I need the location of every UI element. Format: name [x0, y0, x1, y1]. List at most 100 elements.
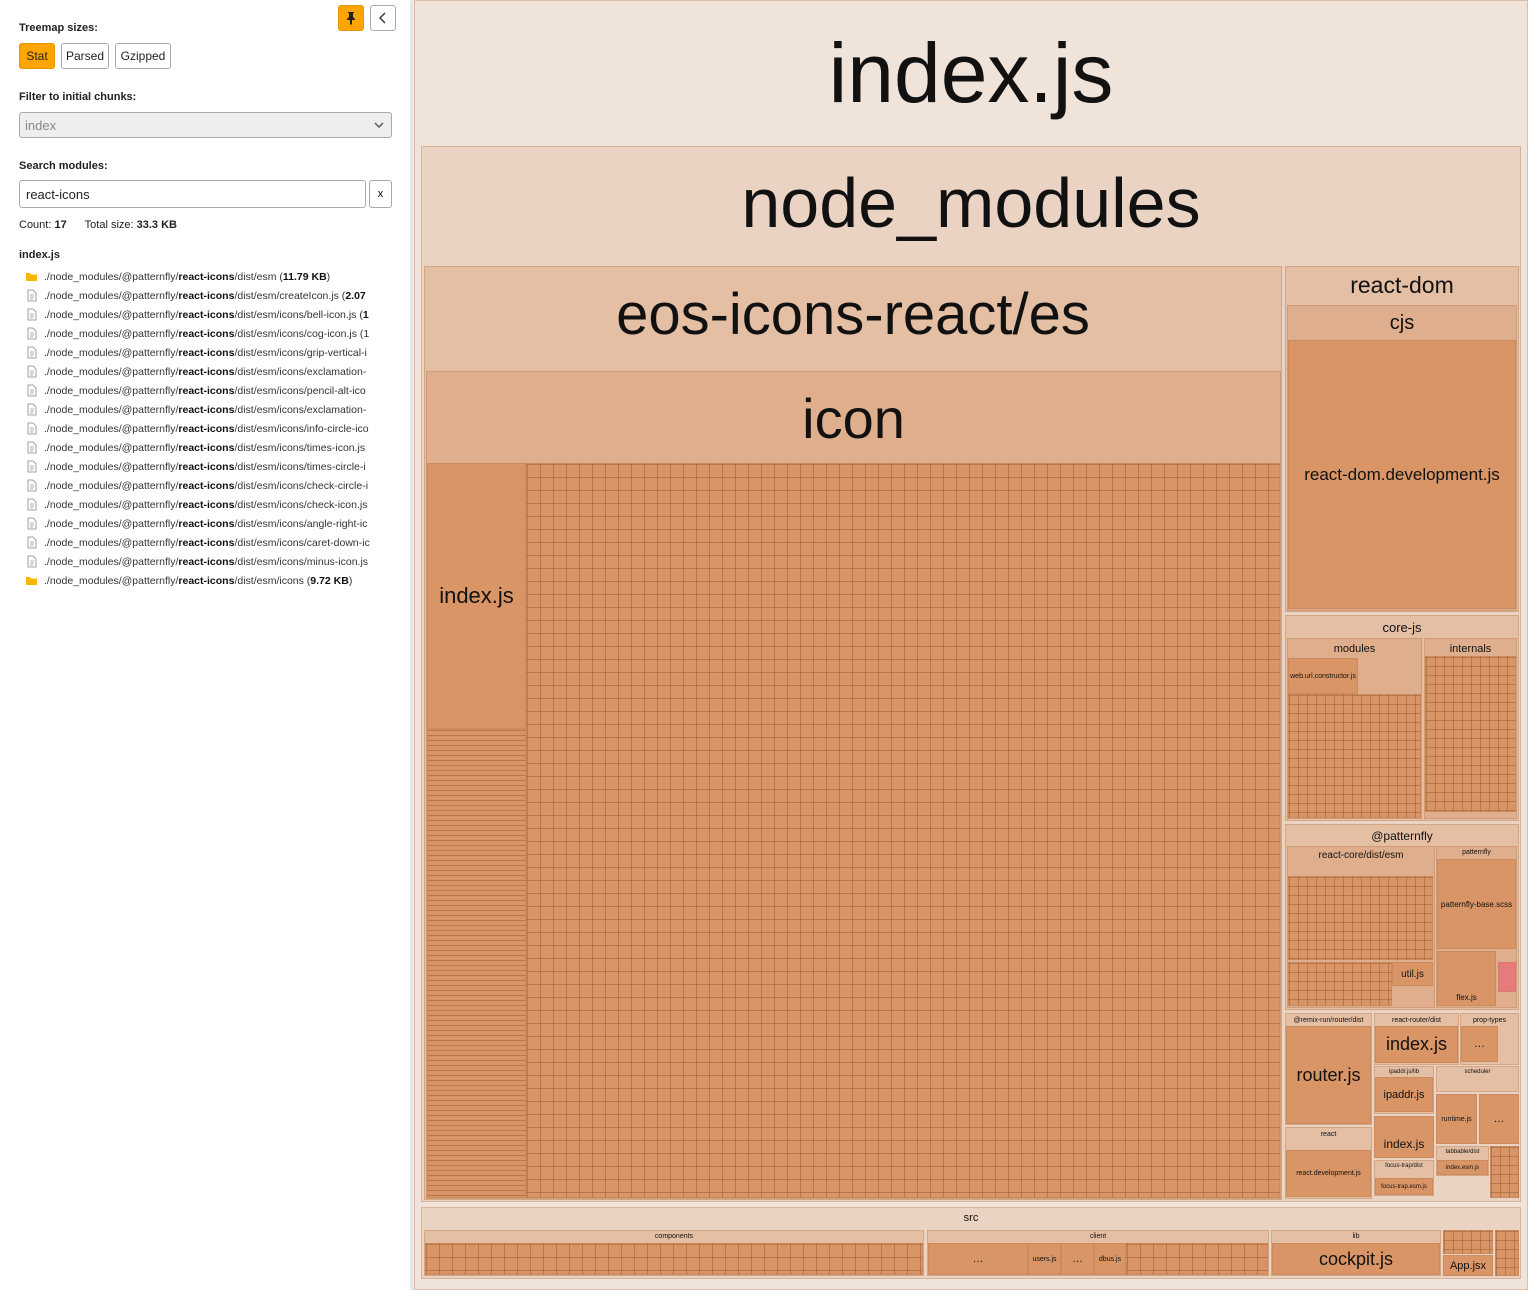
- file-icon: [27, 460, 37, 473]
- patternfly-label: @patternfly: [1371, 829, 1433, 843]
- small-index-tile[interactable]: index.js: [1374, 1116, 1434, 1158]
- src-label: src: [963, 1212, 979, 1224]
- react-development-label: react.development.js: [1296, 1170, 1361, 1177]
- scheduler-tile[interactable]: scheduler: [1436, 1066, 1519, 1092]
- client-misc-ellipsis: …: [972, 1253, 984, 1265]
- treemap[interactable]: index.js node_modules eos-icons-react/es…: [414, 0, 1528, 1290]
- module-path: ./node_modules/@patternfly/react-icons/d…: [44, 536, 370, 549]
- gzipped-button[interactable]: Gzipped: [115, 43, 171, 69]
- client-file-tile[interactable]: …: [1061, 1243, 1094, 1275]
- module-list-item[interactable]: ./node_modules/@patternfly/react-icons/d…: [25, 286, 393, 305]
- file-icon: [27, 479, 37, 492]
- parsed-button[interactable]: Parsed: [61, 43, 109, 69]
- module-path: ./node_modules/@patternfly/react-icons/d…: [44, 498, 368, 511]
- icon-files-grid[interactable]: [526, 463, 1280, 1198]
- runtime-sibling-tile[interactable]: …: [1479, 1094, 1519, 1144]
- react-router-index-label: index.js: [1385, 1034, 1448, 1054]
- node-modules-label: node_modules: [741, 164, 1201, 242]
- file-icon: [27, 327, 37, 340]
- module-list-item[interactable]: ./node_modules/@patternfly/react-icons/d…: [25, 533, 393, 552]
- client-file-ellipsis: …: [1072, 1253, 1083, 1265]
- react-core-label: react-core/dist/esm: [1318, 850, 1404, 861]
- src-misc-grid-2[interactable]: [1495, 1230, 1519, 1276]
- dbus-js-tile[interactable]: dbus.js: [1094, 1243, 1126, 1275]
- react-development-tile[interactable]: react.development.js: [1286, 1150, 1371, 1197]
- module-list-item[interactable]: ./node_modules/@patternfly/react-icons/d…: [25, 571, 393, 590]
- runtime-sibling-ellipsis: …: [1493, 1113, 1505, 1125]
- ipaddr-js-tile[interactable]: ipaddr.js: [1375, 1077, 1433, 1112]
- patternfly-base-tile[interactable]: patternfly-base.scss: [1437, 859, 1516, 949]
- react-label: react: [1320, 1131, 1337, 1138]
- chunk-filter-value: index: [25, 117, 57, 133]
- web-url-constructor-tile[interactable]: web.url.constructor.js: [1288, 658, 1358, 694]
- module-list-item[interactable]: ./node_modules/@patternfly/react-icons/d…: [25, 457, 393, 476]
- remix-router-label: @remix-run/router/dist: [1293, 1017, 1364, 1024]
- ipaddr-js-label: ipaddr.js: [1383, 1088, 1425, 1101]
- file-icon: [27, 308, 37, 321]
- react-router-index-tile[interactable]: index.js: [1375, 1026, 1458, 1063]
- app-jsx-tile[interactable]: App.jsx: [1443, 1255, 1493, 1276]
- module-list-item[interactable]: ./node_modules/@patternfly/react-icons/d…: [25, 381, 393, 400]
- clear-search-button[interactable]: x: [369, 180, 392, 208]
- module-path: ./node_modules/@patternfly/react-icons/d…: [44, 327, 370, 340]
- module-list-item[interactable]: ./node_modules/@patternfly/react-icons/d…: [25, 324, 393, 343]
- react-core-grid[interactable]: [1288, 876, 1433, 960]
- focus-trap-label: focus-trap.esm.js: [1381, 1183, 1427, 1190]
- chunk-filter-select[interactable]: index: [19, 112, 392, 138]
- index-esm-tile[interactable]: index.esm.js: [1437, 1160, 1488, 1175]
- eos-icons-label: eos-icons-react/es: [616, 282, 1090, 347]
- core-js-modules-grid[interactable]: [1288, 694, 1421, 818]
- module-path: ./node_modules/@patternfly/react-icons/d…: [44, 308, 369, 321]
- focus-trap-tile[interactable]: focus-trap.esm.js: [1375, 1178, 1433, 1195]
- core-js-internals-grid[interactable]: [1425, 656, 1516, 812]
- module-list-item[interactable]: ./node_modules/@patternfly/react-icons/d…: [25, 438, 393, 457]
- src-misc-grid[interactable]: [1443, 1230, 1493, 1254]
- react-dom-development-tile[interactable]: react-dom.development.js: [1288, 340, 1516, 609]
- module-list-item[interactable]: ./node_modules/@patternfly/react-icons/d…: [25, 476, 393, 495]
- scheduler-label: scheduler: [1464, 1069, 1491, 1075]
- module-list-item[interactable]: ./node_modules/@patternfly/react-icons/d…: [25, 362, 393, 381]
- file-icon: [27, 422, 37, 435]
- prop-types-file-tile[interactable]: …: [1461, 1026, 1498, 1062]
- flex-label: flex.js: [1456, 993, 1477, 1002]
- module-list-item[interactable]: ./node_modules/@patternfly/react-icons/d…: [25, 400, 393, 419]
- runtime-tile[interactable]: runtime.js: [1436, 1094, 1477, 1144]
- icon-index-tile[interactable]: index.js: [427, 463, 526, 729]
- module-list-item[interactable]: ./node_modules/@patternfly/react-icons/d…: [25, 514, 393, 533]
- cockpit-js-tile[interactable]: cockpit.js: [1272, 1243, 1440, 1275]
- client-grid[interactable]: [1126, 1243, 1268, 1275]
- flex-tile[interactable]: flex.js: [1437, 951, 1496, 1006]
- small-index-label: index.js: [1383, 1137, 1425, 1151]
- folder-icon: [26, 273, 37, 281]
- router-js-tile[interactable]: router.js: [1286, 1026, 1371, 1124]
- index-esm-label: index.esm.js: [1445, 1164, 1480, 1171]
- chevron-left-icon: [379, 12, 386, 24]
- module-list-item[interactable]: ./node_modules/@patternfly/react-icons/d…: [25, 552, 393, 571]
- pin-button[interactable]: [338, 5, 364, 31]
- module-list-item[interactable]: ./node_modules/@patternfly/react-icons/d…: [25, 343, 393, 362]
- search-input[interactable]: [19, 180, 366, 208]
- users-js-tile[interactable]: users.js: [1028, 1243, 1061, 1275]
- misc-modules-grid[interactable]: [1490, 1146, 1519, 1198]
- ipaddr-lib-label: ipaddr.js/lib: [1388, 1069, 1420, 1075]
- modules-label: modules: [1333, 643, 1376, 655]
- icon-index-strips[interactable]: [427, 729, 526, 1198]
- react-core-grid-2[interactable]: [1288, 962, 1392, 1006]
- module-list-item[interactable]: ./node_modules/@patternfly/react-icons/d…: [25, 495, 393, 514]
- users-js-label: users.js: [1032, 1255, 1057, 1263]
- focus-trap-dist-label: focus-trap/dist: [1385, 1163, 1423, 1169]
- components-grid[interactable]: [425, 1243, 923, 1275]
- collapse-sidebar-button[interactable]: [370, 5, 396, 31]
- lib-label: lib: [1352, 1233, 1360, 1240]
- util-tile[interactable]: util.js: [1392, 962, 1433, 986]
- css-module-tile[interactable]: [1498, 962, 1516, 992]
- client-misc-tile[interactable]: …: [928, 1243, 1028, 1275]
- module-list-item[interactable]: ./node_modules/@patternfly/react-icons/d…: [25, 305, 393, 324]
- module-path: ./node_modules/@patternfly/react-icons/d…: [44, 422, 369, 435]
- folder-icon: [26, 577, 37, 585]
- stat-button[interactable]: Stat: [19, 43, 55, 69]
- module-list-item[interactable]: ./node_modules/@patternfly/react-icons/d…: [25, 419, 393, 438]
- chevron-down-icon: [374, 122, 384, 128]
- chunk-name: index.js: [19, 249, 60, 261]
- module-list-item[interactable]: ./node_modules/@patternfly/react-icons/d…: [25, 267, 393, 286]
